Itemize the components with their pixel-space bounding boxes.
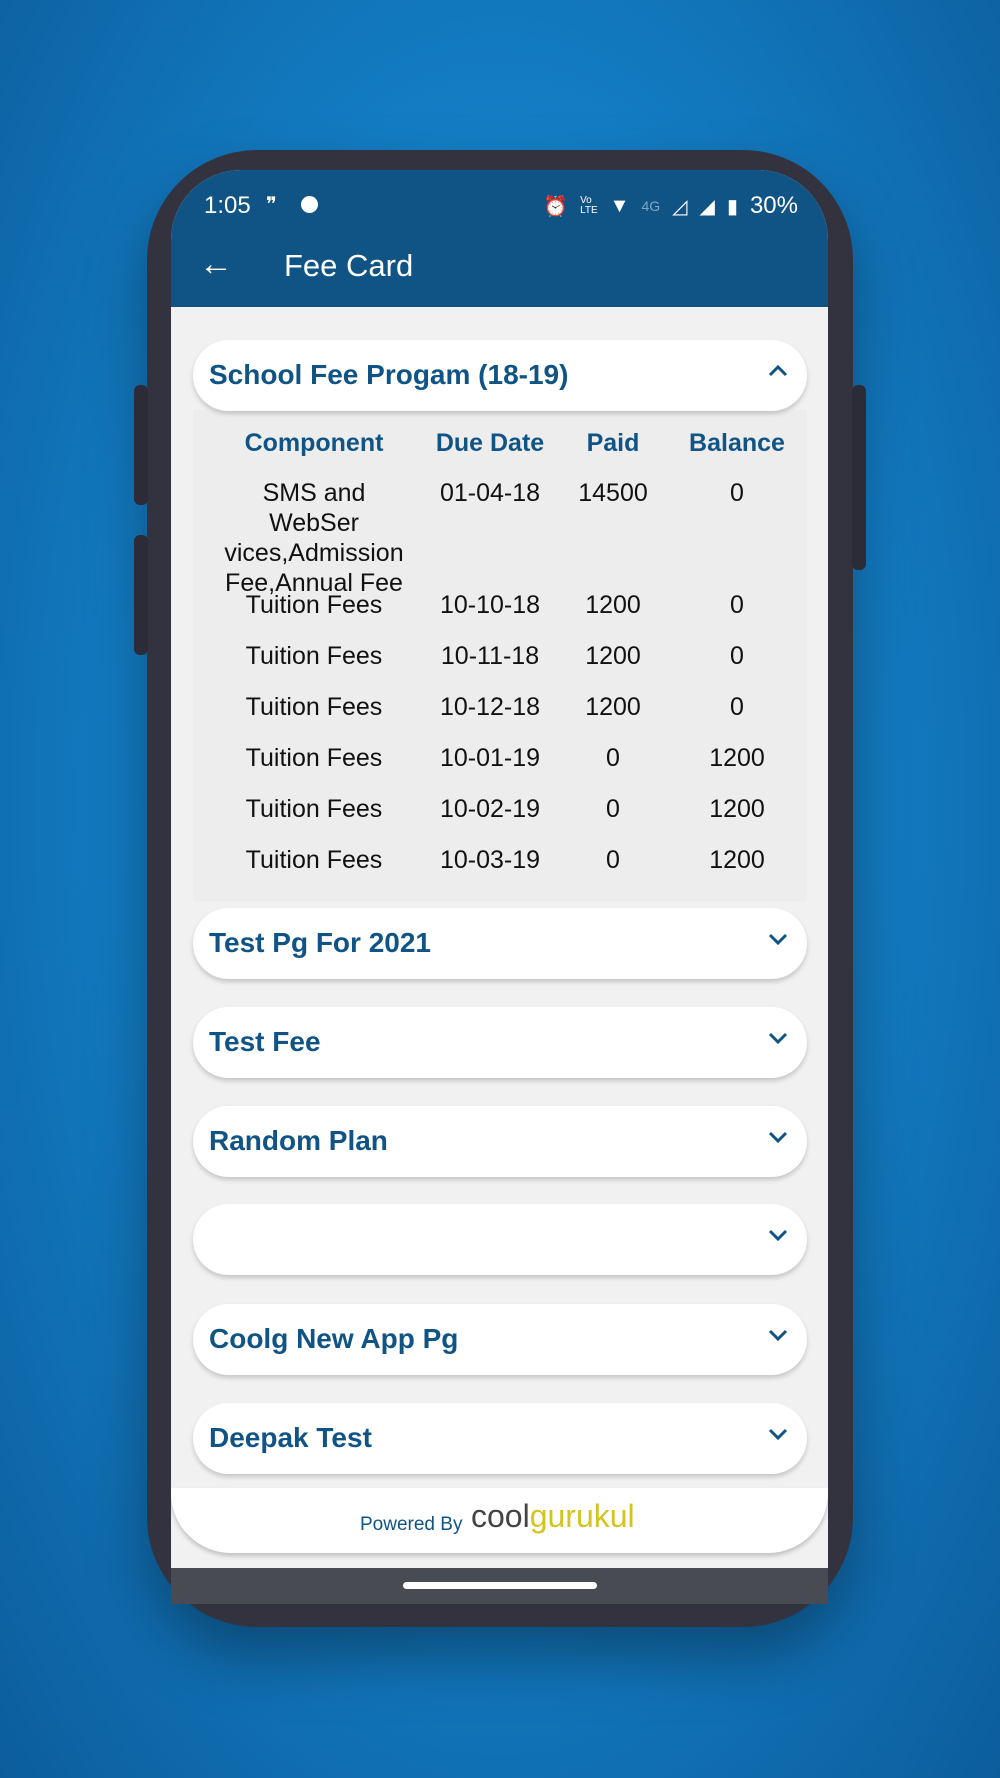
- plan-card-expanded[interactable]: School Fee Progam (18-19): [193, 340, 807, 411]
- plan-card[interactable]: Test Pg For 2021: [193, 908, 807, 979]
- table-cell: Tuition Fees: [245, 693, 383, 721]
- coolgurukul-logo: coolgurukul: [471, 1498, 635, 1534]
- screen: 1:05 ❞ ⏰ Vo LTE ▼ 4G ◿ ◢ ▮ 30% ← Fee Card…: [171, 170, 828, 1604]
- plan-title: Test Fee: [209, 1026, 321, 1057]
- navigation-bar: [171, 1568, 828, 1604]
- volte-icon: Vo LTE: [580, 195, 598, 216]
- chevron-down-icon: [765, 1124, 791, 1150]
- arrow-left-icon[interactable]: ←: [199, 245, 233, 284]
- chevron-up-icon: [765, 358, 791, 384]
- plan-title: Coolg New App Pg: [209, 1323, 459, 1354]
- chevron-down-icon: [765, 1025, 791, 1051]
- chevron-down-icon: [765, 1421, 791, 1447]
- table-cell: Tuition Fees: [245, 744, 383, 772]
- signal-icon: ◿: [672, 195, 688, 218]
- chevron-down-icon: [765, 1322, 791, 1348]
- app-bar: 1:05 ❞ ⏰ Vo LTE ▼ 4G ◿ ◢ ▮ 30% ← Fee Card: [171, 170, 828, 307]
- table-cell: 0: [730, 642, 744, 670]
- alarm-icon: ⏰: [543, 195, 569, 218]
- plan-title: Random Plan: [209, 1125, 388, 1156]
- plan-card[interactable]: Test Fee: [193, 1007, 807, 1078]
- table-cell: 1200: [709, 846, 765, 874]
- footer: Powered By coolgurukul: [171, 1488, 828, 1553]
- plan-card[interactable]: Random Plan: [193, 1106, 807, 1177]
- table-cell: Tuition Fees: [245, 795, 383, 823]
- plan-title: School Fee Progam (18-19): [209, 359, 569, 390]
- hangouts-icon: ❞: [266, 194, 277, 216]
- network-type: 4G: [641, 198, 661, 214]
- jio-icon: [301, 196, 318, 213]
- volume-button: [134, 535, 148, 655]
- volume-button: [134, 385, 148, 505]
- table-cell: Tuition Fees: [245, 591, 383, 619]
- plan-card[interactable]: Deepak Test: [193, 1403, 807, 1474]
- plan-title: Test Pg For 2021: [209, 927, 432, 958]
- plan-card[interactable]: Coolg New App Pg: [193, 1304, 807, 1375]
- powered-by-text: Powered By: [360, 1514, 463, 1535]
- battery-level: 30%: [749, 192, 798, 219]
- power-button: [852, 385, 866, 570]
- fee-table: Component Due Date Paid Balance SMS and WebS…: [193, 410, 807, 901]
- status-time: 1:05: [204, 192, 251, 219]
- column-header: Component: [244, 429, 384, 457]
- table-cell: Tuition Fees: [245, 846, 383, 874]
- table-cell: SMS and WebSer vices,Admission Fee,Annua…: [224, 479, 404, 597]
- table-cell: 0: [730, 591, 744, 619]
- table-cell: 0: [730, 693, 744, 721]
- table-cell: 1200: [709, 795, 765, 823]
- page-title: Fee Card: [284, 248, 414, 283]
- home-handle[interactable]: [403, 1582, 597, 1589]
- table-cell: Tuition Fees: [245, 642, 383, 670]
- table-cell: 1200: [709, 744, 765, 772]
- chevron-down-icon: [765, 1222, 791, 1248]
- wifi-icon: ▼: [609, 194, 630, 217]
- plan-title: Deepak Test: [209, 1422, 372, 1453]
- status-bar: 1:05 ❞ ⏰ Vo LTE ▼ 4G ◿ ◢ ▮ 30%: [171, 180, 828, 224]
- plan-card[interactable]: [193, 1204, 807, 1275]
- table-cell: 0: [730, 479, 744, 507]
- battery-icon: ▮: [726, 195, 738, 218]
- signal-roaming-icon: ◢: [699, 195, 715, 218]
- chevron-down-icon: [765, 926, 791, 952]
- column-header: Balance: [689, 429, 785, 457]
